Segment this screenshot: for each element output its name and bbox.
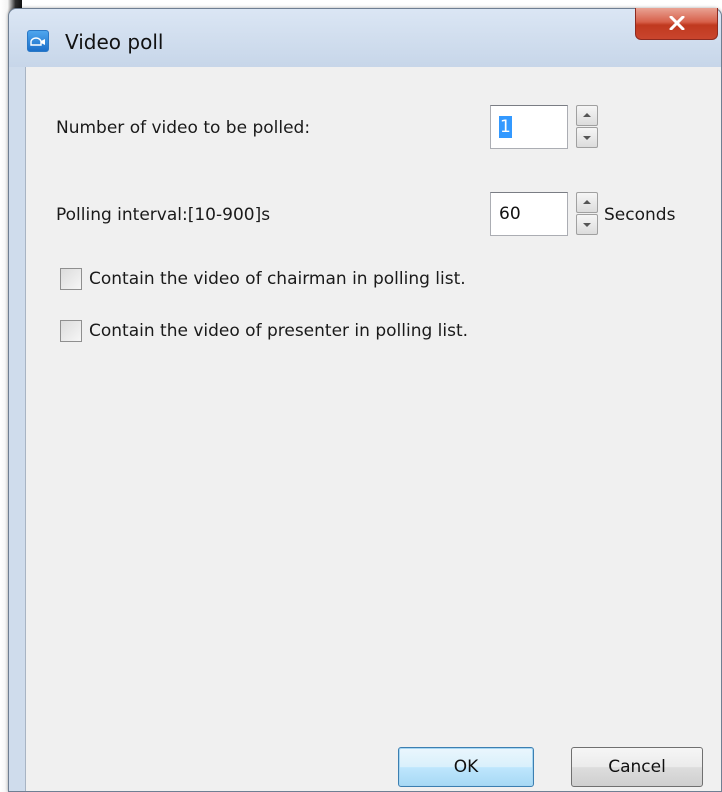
video-count-input[interactable]: 1 — [490, 105, 568, 149]
close-icon — [669, 16, 685, 30]
video-count-spinner — [576, 105, 598, 149]
video-count-value: 1 — [499, 116, 512, 138]
title-bar[interactable]: Video poll — [9, 8, 721, 67]
chairman-checkbox[interactable] — [60, 268, 82, 290]
screen: Video poll Number of video to be polled:… — [0, 0, 722, 792]
interval-up-button[interactable] — [576, 192, 598, 213]
arrow-up-icon — [583, 200, 591, 204]
interval-label: Polling interval:[10-900]s — [56, 205, 271, 225]
interval-value: 60 — [499, 204, 521, 224]
video-count-label: Number of video to be polled: — [56, 118, 311, 138]
presenter-checkbox-label[interactable]: Contain the video of presenter in pollin… — [89, 320, 468, 342]
video-count-down-button[interactable] — [576, 127, 598, 148]
cancel-button[interactable]: Cancel — [571, 747, 703, 787]
presenter-checkbox[interactable] — [60, 320, 82, 342]
interval-unit-label: Seconds — [604, 205, 676, 225]
dialog-content: Number of video to be polled: 1 Polling … — [25, 67, 721, 791]
video-poll-dialog: Video poll Number of video to be polled:… — [8, 8, 722, 792]
interval-spinner — [576, 192, 598, 236]
video-camera-icon — [27, 30, 49, 52]
window-title: Video poll — [65, 30, 164, 54]
chairman-checkbox-label[interactable]: Contain the video of chairman in polling… — [89, 268, 466, 290]
close-button[interactable] — [635, 8, 718, 40]
arrow-up-icon — [583, 113, 591, 117]
interval-down-button[interactable] — [576, 214, 598, 235]
arrow-down-icon — [583, 136, 591, 140]
ok-button[interactable]: OK — [398, 747, 534, 787]
arrow-down-icon — [583, 223, 591, 227]
interval-input[interactable]: 60 — [490, 192, 568, 236]
video-count-up-button[interactable] — [576, 105, 598, 126]
